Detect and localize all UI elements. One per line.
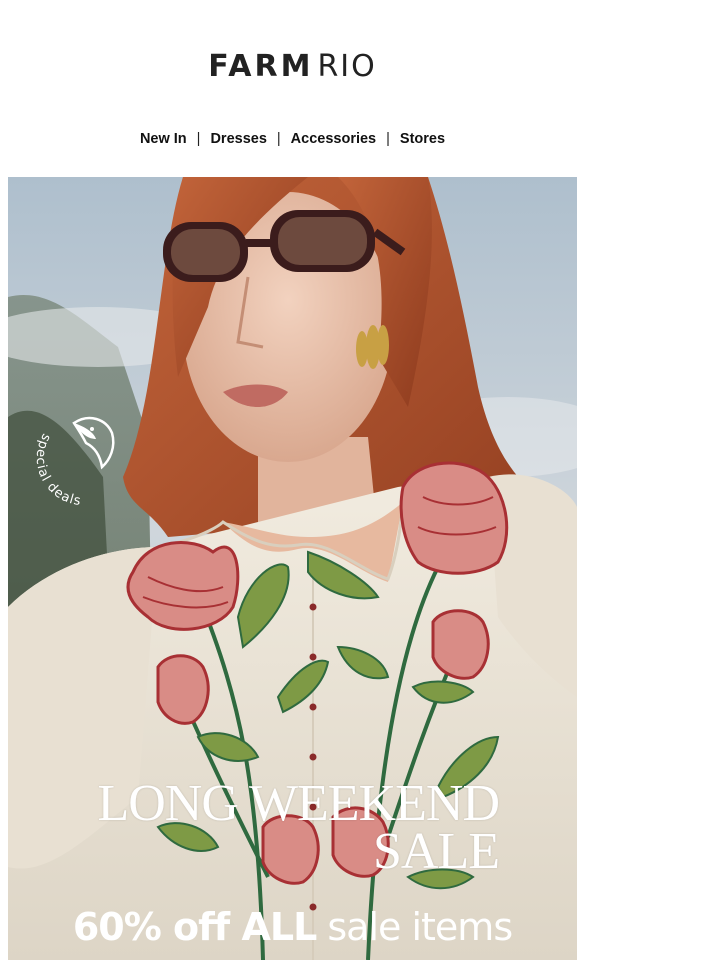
nav-stores[interactable]: Stores — [400, 129, 445, 149]
nav-separator: | — [276, 131, 281, 147]
main-nav: New In | Dresses | Accessories | Stores — [0, 129, 585, 149]
hero-banner[interactable]: special deals LONG WEEKEND SALE 60% off … — [8, 177, 577, 960]
nav-separator: | — [386, 131, 390, 147]
offer-text: 60% off ALL sale items — [8, 905, 577, 949]
nav-dresses[interactable]: Dresses — [210, 129, 266, 149]
svg-text:special deals: special deals — [34, 431, 83, 505]
special-deals-badge: special deals — [34, 416, 115, 505]
brand-logo[interactable]: FARM RIO — [0, 49, 585, 85]
email-page: FARM RIO New In | Dresses | Accessories |… — [0, 0, 720, 960]
badge-text: special deals — [34, 431, 82, 505]
nav-accessories[interactable]: Accessories — [291, 129, 376, 149]
nav-new-in[interactable]: New In — [140, 129, 187, 149]
nav-separator: | — [196, 131, 201, 147]
logo-rio: RIO — [317, 49, 377, 84]
logo-farm: FARM — [208, 49, 314, 84]
toucan-icon — [72, 416, 115, 470]
offer-rest: sale items — [327, 905, 513, 949]
offer-bold: 60% off ALL — [72, 905, 317, 949]
sale-headline: LONG WEEKEND SALE — [97, 778, 500, 880]
headline-line2: SALE — [373, 823, 500, 880]
